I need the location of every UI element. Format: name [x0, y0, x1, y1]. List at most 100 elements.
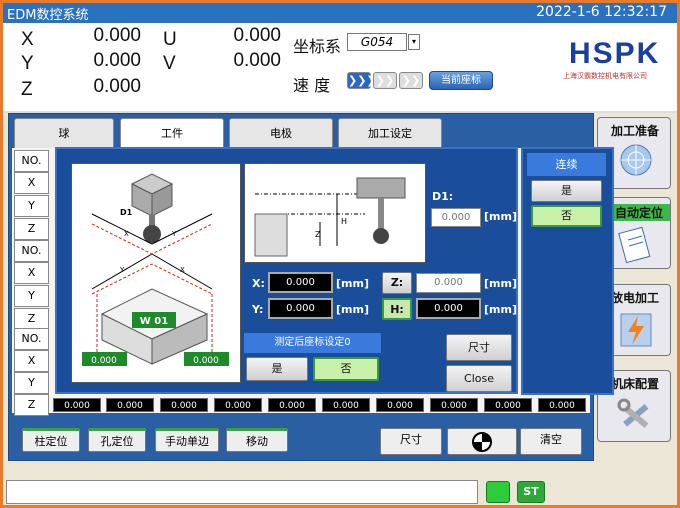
value-cell: 0.000 — [214, 398, 262, 412]
coord-select[interactable]: G054 — [347, 33, 407, 51]
value-cell: 0.000 — [160, 398, 208, 412]
title-bar: EDM数控系统 2022-1-6 12:32:17 — [3, 3, 677, 23]
post-measure-setting-label: 测定后座标设定0 — [244, 333, 381, 353]
value-cell: 0.000 — [430, 398, 478, 412]
label-d1: D1 — [120, 208, 133, 217]
label-y2: Y — [119, 266, 125, 274]
axis-z-label: Z — [21, 79, 33, 100]
label-x: X — [124, 230, 129, 238]
target-icon — [620, 144, 652, 176]
row-label: X — [14, 172, 49, 194]
value-cell: 0.000 — [376, 398, 424, 412]
start-button[interactable]: ST — [517, 481, 545, 503]
axis-u-label: U — [163, 29, 177, 50]
column-locate-button[interactable]: 柱定位 — [22, 428, 80, 452]
clear-button[interactable]: 清空 — [520, 428, 582, 455]
label-h: H — [341, 217, 347, 226]
value-cell: 0.000 — [484, 398, 532, 412]
axis-u-value: 0.000 — [233, 25, 281, 46]
logo-subtitle: 上海汉霸数控机电有限公司 — [563, 72, 647, 80]
value-cell: 0.000 — [268, 398, 316, 412]
label-y: Y — [171, 230, 177, 238]
x-input[interactable]: 0.000 — [268, 272, 333, 293]
current-coord-button[interactable]: 当前座标 — [429, 71, 493, 90]
row-label: X — [14, 350, 49, 372]
speed-mid-button[interactable]: ❯❯ — [373, 72, 397, 89]
x-unit: [mm] — [336, 277, 369, 290]
speed-low-button[interactable]: ❯❯ — [399, 72, 423, 89]
value-cell: 0.000 — [322, 398, 370, 412]
tab-electrode[interactable]: 电极 — [229, 118, 333, 148]
value-cell: 0.000 — [106, 398, 154, 412]
axis-v-label: V — [163, 53, 176, 74]
workpiece-diagram: D1 X Y Y X W 01 0.000 0.000 — [71, 163, 241, 383]
manual-edge-button[interactable]: 手动单边 — [155, 428, 219, 452]
label-z: Z — [315, 230, 321, 239]
coord-label: 坐标系 — [293, 37, 342, 56]
z-button[interactable]: Z: — [382, 272, 412, 294]
row-label: Z — [14, 218, 49, 240]
side-label: 加工准备 — [610, 124, 659, 138]
center-target-button[interactable] — [447, 428, 517, 455]
d1-label: D1: — [432, 190, 454, 203]
row-label: Y — [14, 285, 49, 307]
left-value: 0.000 — [91, 356, 117, 366]
tools-icon — [617, 398, 649, 428]
set-yes-button[interactable]: 是 — [246, 357, 308, 381]
row-label: Z — [14, 394, 49, 416]
set-no-button[interactable]: 否 — [313, 357, 379, 381]
ball-probe-diagram: D1 X Y Y X W 01 0.000 0.000 — [82, 173, 229, 366]
row-label: NO. — [14, 150, 49, 172]
message-field — [6, 480, 478, 504]
y-label: Y: — [252, 303, 264, 316]
axis-y-value: 0.000 — [93, 50, 141, 71]
position-panel: X 0.000 Y 0.000 Z 0.000 U 0.000 V 0.000 … — [3, 23, 677, 111]
h-button[interactable]: H: — [382, 298, 412, 320]
value-cell: 0.000 — [538, 398, 586, 412]
d1-unit: [mm] — [484, 210, 517, 223]
axis-x-value: 0.000 — [93, 25, 141, 46]
x-label: X: — [252, 277, 265, 290]
z-unit: [mm] — [484, 277, 517, 290]
z-input[interactable]: 0.000 — [416, 273, 481, 293]
h-input[interactable]: 0.000 — [416, 298, 481, 319]
row-label: NO. — [14, 240, 49, 262]
y-unit: [mm] — [336, 303, 369, 316]
row-label: NO. — [14, 328, 49, 350]
logo: HSPK — [569, 37, 661, 70]
h-unit: [mm] — [484, 303, 517, 316]
electrode-height-diagram: Z H — [254, 177, 406, 257]
side-diagram: Z H — [244, 163, 426, 263]
label-x2: X — [180, 266, 185, 274]
row-label: X — [14, 262, 49, 284]
size-button[interactable]: 尺寸 — [380, 428, 442, 455]
continuous-no-button[interactable]: 否 — [531, 205, 602, 227]
crosshair-icon — [472, 432, 492, 452]
continuous-yes-button[interactable]: 是 — [531, 180, 602, 202]
y-input[interactable]: 0.000 — [268, 298, 333, 319]
speed-high-button[interactable]: ❯❯❯ — [347, 72, 376, 89]
close-button[interactable]: Close — [446, 365, 512, 392]
d1-input[interactable]: 0.000 — [431, 208, 481, 227]
continuous-title: 连续 — [527, 153, 606, 176]
hole-locate-button[interactable]: 孔定位 — [88, 428, 146, 452]
row-label: Y — [14, 195, 49, 217]
speed-label: 速 度 — [293, 76, 331, 95]
right-value: 0.000 — [193, 356, 219, 366]
side-label: 自动定位 — [608, 204, 670, 221]
chevron-down-icon[interactable]: ▾ — [408, 34, 420, 50]
dialog-size-button[interactable]: 尺寸 — [446, 334, 512, 361]
row-label: Y — [14, 372, 49, 394]
axis-x-label: X — [21, 29, 34, 50]
tab-ball[interactable]: 球 — [14, 118, 114, 148]
move-button[interactable]: 移动 — [226, 428, 288, 452]
lightning-icon — [620, 313, 652, 347]
row-label: Z — [14, 308, 49, 330]
clipboard-icon — [618, 226, 651, 264]
tab-workpiece[interactable]: 工件 — [120, 118, 224, 148]
axis-z-value: 0.000 — [93, 76, 141, 97]
datetime: 2022-1-6 12:32:17 — [536, 4, 667, 20]
tab-machining-settings[interactable]: 加工设定 — [338, 118, 442, 148]
axis-v-value: 0.000 — [233, 50, 281, 71]
value-cell: 0.000 — [53, 398, 101, 412]
